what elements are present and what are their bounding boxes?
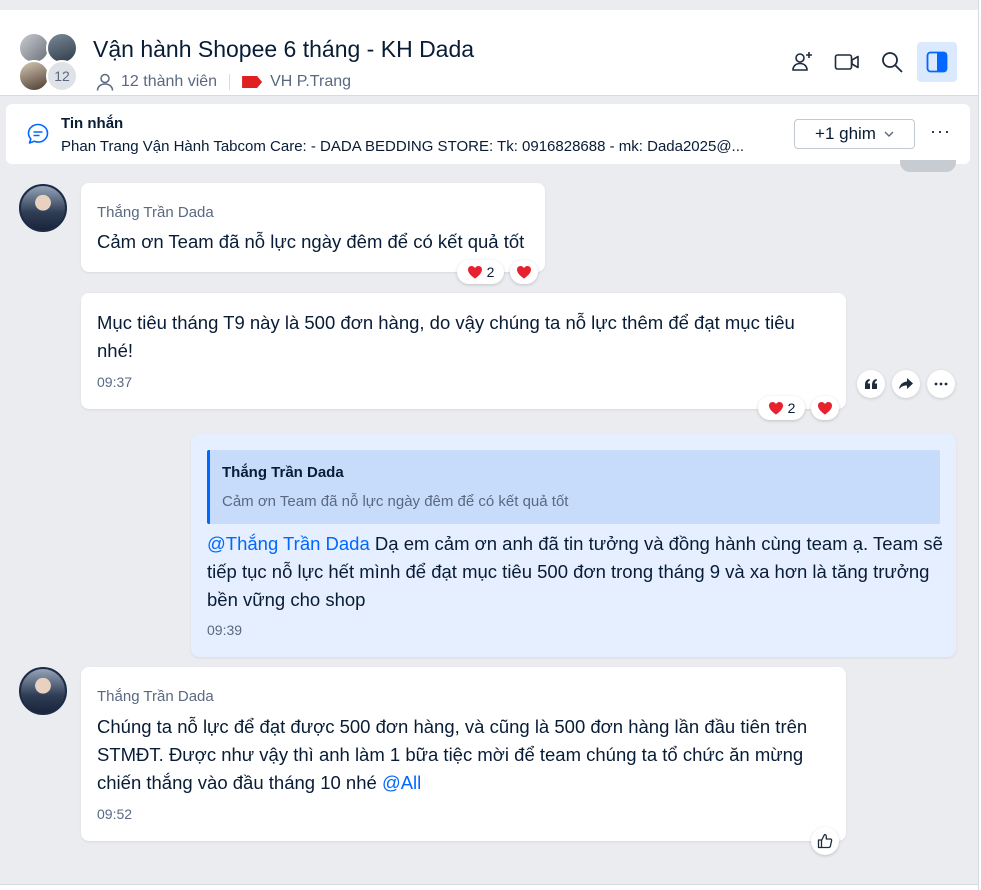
group-subinfo: 12 thành viên VH P.Trang <box>95 72 351 92</box>
reaction-summary[interactable]: 2 <box>457 260 504 284</box>
share-icon <box>899 378 913 390</box>
message-text: Mục tiêu tháng T9 này là 500 đơn hàng, d… <box>97 312 795 361</box>
message-text: Chúng ta nỗ lực để đạt được 500 đơn hàng… <box>97 713 832 797</box>
more-pins-label: +1 ghim <box>815 124 876 143</box>
label-tag[interactable]: VH P.Trang <box>270 73 351 91</box>
chevron-down-icon <box>884 131 894 137</box>
react-heart-button[interactable] <box>811 396 839 420</box>
reaction-summary[interactable]: 2 <box>758 396 805 420</box>
forward-button[interactable] <box>892 370 920 398</box>
tag-icon <box>242 76 263 88</box>
pinned-text: Phan Trang Vận Hành Tabcom Care: - DADA … <box>61 138 745 155</box>
heart-icon <box>818 402 832 415</box>
mention-link[interactable]: @Thắng Trần Dada <box>207 533 370 554</box>
message-bubble[interactable]: Mục tiêu tháng T9 này là 500 đơn hàng, d… <box>81 293 846 409</box>
video-call-icon <box>834 54 859 70</box>
sidebar-toggle-icon <box>926 51 948 73</box>
more-icon <box>934 382 948 386</box>
pinned-message-bar[interactable]: Tin nhắn Phan Trang Vận Hành Tabcom Care… <box>6 104 970 164</box>
scroll-indicator <box>900 160 956 172</box>
message-bubble[interactable]: Thắng Trần Dada Cảm ơn Team đã nỗ lực ng… <box>81 183 545 272</box>
message-bubble[interactable]: Thắng Trần Dada Chúng ta nỗ lực để đạt đ… <box>81 667 846 841</box>
member-count-badge: 12 <box>46 60 78 92</box>
person-icon <box>96 73 114 91</box>
sender-avatar[interactable] <box>19 184 67 232</box>
like-button[interactable] <box>811 827 839 855</box>
top-strip <box>0 0 981 10</box>
message-time: 09:39 <box>207 622 243 638</box>
sender-avatar[interactable] <box>19 667 67 715</box>
chat-header: 12 Vận hành Shopee 6 tháng - KH Dada 12 … <box>0 10 978 96</box>
pinned-more-button[interactable]: ··· <box>930 121 951 142</box>
heart-icon <box>467 266 482 279</box>
group-avatar[interactable]: 12 <box>18 32 80 94</box>
mention-link[interactable]: @All <box>382 772 421 793</box>
add-member-button[interactable] <box>782 42 822 82</box>
react-heart-button[interactable] <box>510 260 538 284</box>
chat-bubble-icon <box>27 123 49 144</box>
quoted-sender: Thắng Trần Dada <box>222 464 344 481</box>
reaction-count: 2 <box>486 264 495 280</box>
message-time: 09:37 <box>97 374 133 390</box>
reaction-count: 2 <box>787 400 796 416</box>
message-time: 09:52 <box>97 806 133 822</box>
message-text: @Thắng Trần Dada Dạ em cảm ơn anh đã tin… <box>207 530 947 614</box>
reply-button[interactable] <box>857 370 885 398</box>
divider <box>229 74 231 90</box>
search-button[interactable] <box>872 42 912 82</box>
quoted-message[interactable]: Thắng Trần Dada Cảm ơn Team đã nỗ lực ng… <box>207 450 940 524</box>
sidebar-toggle-button[interactable] <box>917 42 957 82</box>
quoted-text: Cảm ơn Team đã nỗ lực ngày đêm để có kết… <box>222 493 569 510</box>
message-text: Cảm ơn Team đã nỗ lực ngày đêm để có kết… <box>97 231 525 252</box>
more-pins-button[interactable]: +1 ghim <box>794 119 915 149</box>
more-actions-button[interactable] <box>927 370 955 398</box>
video-call-button[interactable] <box>827 42 867 82</box>
heart-icon <box>768 402 783 415</box>
heart-icon <box>517 266 531 279</box>
own-message-bubble[interactable]: Thắng Trần Dada Cảm ơn Team đã nỗ lực ng… <box>191 434 956 657</box>
pinned-title: Tin nhắn <box>61 115 124 132</box>
composer-edge <box>0 884 978 890</box>
add-member-icon <box>792 52 812 71</box>
sender-name[interactable]: Thắng Trần Dada <box>97 204 214 221</box>
group-title[interactable]: Vận hành Shopee 6 tháng - KH Dada <box>93 36 474 63</box>
search-icon <box>882 52 903 73</box>
thumbs-up-icon <box>817 833 833 849</box>
quote-icon <box>865 379 877 389</box>
members-label[interactable]: 12 thành viên <box>121 73 217 91</box>
sender-name[interactable]: Thắng Trần Dada <box>97 688 214 705</box>
message-body: Chúng ta nỗ lực để đạt được 500 đơn hàng… <box>97 716 808 793</box>
